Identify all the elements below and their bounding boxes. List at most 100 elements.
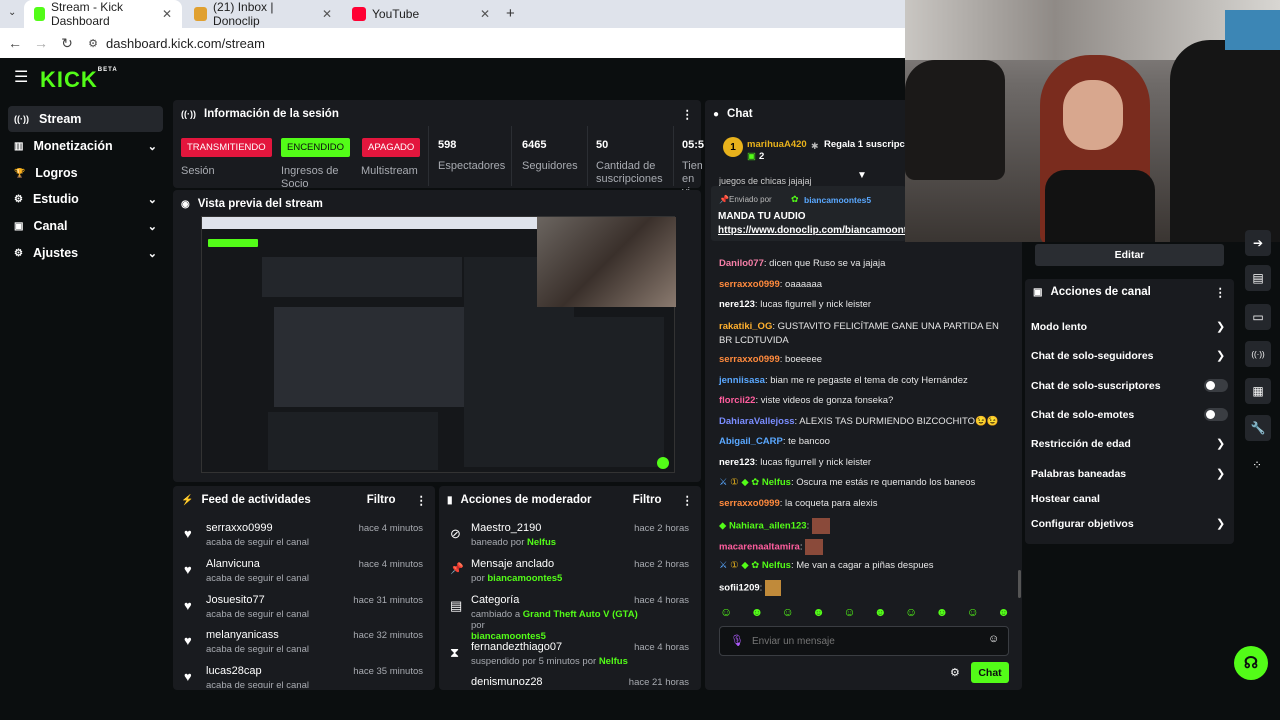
emote-icon[interactable]: ☻ bbox=[997, 605, 1010, 621]
chat-message[interactable]: ◆ Nahiara_ailen123: bbox=[719, 518, 830, 534]
microphone-icon[interactable]: 🎙 bbox=[730, 634, 744, 647]
list-item[interactable]: ♥ Alanvicuna acaba de seguir el canal ha… bbox=[173, 558, 433, 592]
stream-preview-video[interactable] bbox=[201, 216, 676, 473]
chevron-right-icon[interactable]: ❯ bbox=[1216, 349, 1225, 362]
quick-action-button[interactable]: ▦ bbox=[1245, 378, 1271, 404]
list-item[interactable]: ♥ serraxxo0999 acaba de seguir el canal … bbox=[173, 522, 433, 556]
channel-action-banned-words[interactable]: Palabras baneadas bbox=[1031, 468, 1126, 480]
chat-username[interactable]: florcii22 bbox=[719, 395, 755, 406]
list-item[interactable]: ⧗ fernandezthiago07 suspendido por 5 min… bbox=[439, 641, 699, 675]
chat-message[interactable]: jenniisasa: bian me re pegaste el tema d… bbox=[719, 375, 968, 386]
quick-action-button[interactable]: ((·)) bbox=[1245, 341, 1271, 367]
quick-action-button[interactable]: ▤ bbox=[1245, 265, 1271, 291]
chat-username[interactable]: Nelfus bbox=[762, 477, 791, 488]
sidebar-item-logros[interactable]: 🏆 Logros bbox=[8, 160, 163, 186]
chat-message[interactable]: rakatiki_OG: GUSTAVITO FELICÍTAME GANE U… bbox=[719, 320, 1004, 348]
chat-username[interactable]: DahiaraVallejoss bbox=[719, 416, 795, 427]
emote-icon[interactable]: ☻ bbox=[874, 605, 887, 621]
chat-username[interactable]: serraxxo0999 bbox=[719, 279, 780, 290]
url-field[interactable]: dashboard.kick.com/stream bbox=[106, 36, 265, 51]
chat-scrollbar[interactable] bbox=[1018, 570, 1021, 598]
site-info-icon[interactable]: ⚙ bbox=[80, 37, 106, 50]
kick-logo[interactable]: KICKBETA bbox=[40, 67, 118, 93]
emote-icon[interactable]: ☺ bbox=[782, 605, 794, 621]
sidebar-item-estudio[interactable]: ⚙ Estudio ⌄ bbox=[8, 186, 163, 212]
gifter-name[interactable]: marihuaA420 bbox=[747, 139, 807, 150]
chat-username[interactable]: serraxxo0999 bbox=[719, 498, 780, 509]
reload-icon[interactable]: ↻ bbox=[54, 35, 80, 52]
send-chat-button[interactable]: Chat bbox=[971, 662, 1009, 683]
chat-username[interactable]: serraxxo0999 bbox=[719, 354, 780, 365]
more-options-icon[interactable]: ⋮ bbox=[682, 107, 694, 121]
emotes-only-toggle[interactable] bbox=[1204, 408, 1228, 421]
sidebar-item-monetizacion[interactable]: ▥ Monetización ⌄ bbox=[8, 133, 163, 159]
edit-button[interactable]: Editar bbox=[1035, 244, 1224, 266]
chat-username[interactable]: rakatiki_OG bbox=[719, 321, 772, 332]
new-tab-button[interactable]: + bbox=[506, 5, 515, 22]
list-item[interactable]: ♥ lucas28cap acaba de seguir el canal ha… bbox=[173, 665, 433, 688]
emoji-picker-icon[interactable]: ☺ bbox=[988, 633, 999, 645]
chevron-right-icon[interactable]: ❯ bbox=[1216, 437, 1225, 450]
emote-icon[interactable]: ☺ bbox=[905, 605, 917, 621]
emote-icon[interactable]: ☻ bbox=[751, 605, 764, 621]
emote-icon[interactable]: ☺ bbox=[843, 605, 855, 621]
chat-message[interactable]: serraxxo0999: boeeeee bbox=[719, 354, 822, 365]
chat-message[interactable]: nere123: lucas figurrell y nick leister bbox=[719, 299, 871, 310]
chevron-right-icon[interactable]: ❯ bbox=[1216, 320, 1225, 333]
chat-message[interactable]: serraxxo0999: oaaaaaa bbox=[719, 279, 822, 290]
back-icon[interactable]: ← bbox=[2, 35, 28, 51]
list-item[interactable]: 📌 Mensaje anclado por biancamoontes5 hac… bbox=[439, 558, 699, 592]
browser-tab-youtube[interactable]: YouTube ✕ bbox=[342, 0, 500, 28]
chat-message[interactable]: DahiaraVallejoss: ALEXIS TAS DURMIENDO B… bbox=[719, 416, 999, 427]
list-item[interactable]: ♥ melanyanicass acaba de seguir el canal… bbox=[173, 629, 433, 663]
quick-action-button[interactable]: ▭ bbox=[1245, 304, 1271, 330]
tab-list-chevron-icon[interactable]: ⌄ bbox=[8, 7, 16, 18]
chat-input-box[interactable]: 🎙 ☺ bbox=[719, 626, 1009, 656]
hamburger-menu-icon[interactable]: ☰ bbox=[14, 67, 28, 87]
channel-action-slow-mode[interactable]: Modo lento bbox=[1031, 321, 1087, 333]
emote-icon[interactable]: ☻ bbox=[936, 605, 949, 621]
chat-username[interactable]: nere123 bbox=[719, 299, 755, 310]
emote-icon[interactable]: ☺ bbox=[720, 605, 732, 621]
chat-username[interactable]: Nelfus bbox=[762, 560, 791, 571]
emote-icon[interactable]: ☺ bbox=[967, 605, 979, 621]
forward-icon[interactable]: → bbox=[28, 35, 54, 51]
support-button[interactable]: ☊ bbox=[1234, 646, 1268, 680]
chat-settings-icon[interactable]: ⚙ bbox=[950, 666, 960, 679]
channel-action-followers-only[interactable]: Chat de solo-seguidores bbox=[1031, 350, 1154, 362]
pinned-link[interactable]: https://www.donoclip.com/biancamoonte bbox=[718, 225, 905, 236]
more-options-icon[interactable]: ⋮ bbox=[1215, 285, 1227, 299]
more-options-icon[interactable]: ⋮ bbox=[682, 493, 694, 507]
chat-message[interactable]: ⚔ ① ◆ ✿ Nelfus: Me van a cagar a piñas d… bbox=[719, 560, 934, 571]
filter-button[interactable]: Filtro bbox=[367, 494, 396, 506]
sidebar-item-stream[interactable]: ((·)) Stream bbox=[8, 106, 163, 132]
filter-button[interactable]: Filtro bbox=[633, 494, 662, 506]
list-item[interactable]: ▤ Categoría cambiado a Grand Theft Auto … bbox=[439, 594, 699, 642]
browser-tab-donoclip[interactable]: (21) Inbox | Donoclip ✕ bbox=[184, 0, 342, 28]
close-tab-icon[interactable]: ✕ bbox=[480, 7, 490, 21]
chat-message[interactable]: nere123: lucas figurrell y nick leister bbox=[719, 457, 871, 468]
more-widgets-icon[interactable]: ⁘ bbox=[1252, 458, 1262, 472]
chat-username[interactable]: Danilo077 bbox=[719, 258, 764, 269]
channel-action-goals[interactable]: Configurar objetivos bbox=[1031, 518, 1134, 530]
quick-action-button[interactable]: 🔧 bbox=[1245, 415, 1271, 441]
chat-username[interactable]: nere123 bbox=[719, 457, 755, 468]
sidebar-item-canal[interactable]: ▣ Canal ⌄ bbox=[8, 213, 163, 239]
chat-message[interactable]: florcii22: viste videos de gonza fonseka… bbox=[719, 395, 893, 406]
chat-message[interactable]: Danilo077: dicen que Ruso se va jajaja bbox=[719, 258, 885, 269]
chat-username[interactable]: Abigail_CARP bbox=[719, 436, 783, 447]
chat-username[interactable]: macarenaaltamira bbox=[719, 542, 800, 553]
close-tab-icon[interactable]: ✕ bbox=[162, 7, 172, 21]
chat-message[interactable]: Abigail_CARP: te bancoo bbox=[719, 436, 830, 447]
channel-action-age-restriction[interactable]: Restricción de edad bbox=[1031, 438, 1131, 450]
chat-message[interactable]: sofii1209: bbox=[719, 580, 781, 596]
list-item[interactable]: ⊘ Maestro_2190 baneado por Nelfus hace 2… bbox=[439, 522, 699, 556]
emote-icon[interactable]: ☻ bbox=[812, 605, 825, 621]
sidebar-item-ajustes[interactable]: ⚙ Ajustes ⌄ bbox=[8, 240, 163, 266]
chat-message[interactable]: macarenaaltamira: bbox=[719, 539, 824, 555]
channel-action-host[interactable]: Hostear canal bbox=[1031, 493, 1100, 505]
chat-username[interactable]: jenniisasa bbox=[719, 375, 765, 386]
pinned-user[interactable]: biancamoontes5 bbox=[804, 195, 871, 205]
close-tab-icon[interactable]: ✕ bbox=[322, 7, 332, 21]
chat-username[interactable]: sofii1209 bbox=[719, 583, 760, 594]
